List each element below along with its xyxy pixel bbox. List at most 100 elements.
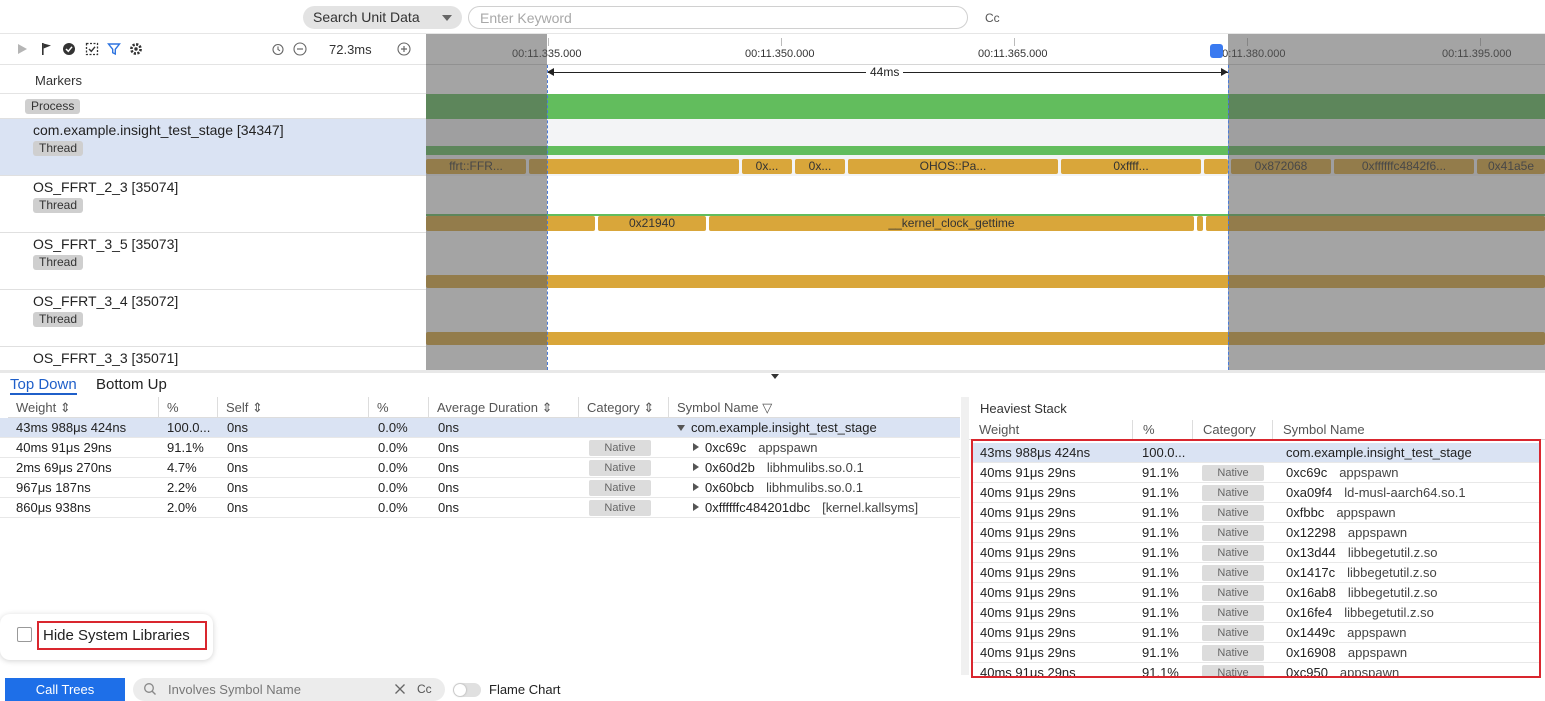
column-header-symbol-name[interactable]: Symbol Name — [1273, 420, 1545, 440]
time-ruler[interactable]: 00:11.335.000 00:11.350.000 00:11.365.00… — [426, 34, 1545, 65]
table-row[interactable]: 40ms 91μs 29ns 91.1% Native 0xa09f4 ld-mu… — [973, 483, 1539, 503]
screenshot-icon[interactable] — [84, 41, 100, 57]
symbol-search-input[interactable] — [168, 681, 388, 698]
expand-toggle-icon[interactable] — [693, 503, 699, 511]
table-row[interactable]: 40ms 91μs 29ns 91.1% Native 0xc950 appspa… — [973, 663, 1539, 676]
slice[interactable]: ffrt::FFR... — [426, 159, 526, 174]
table-row[interactable]: 40ms 91μs 29ns 91.1% Native 0x13d44 libbe… — [973, 543, 1539, 563]
track-label-ffrt-3-4[interactable]: OS_FFRT_3_4 [35072] Thread — [0, 290, 426, 347]
hide-system-libraries-checkbox[interactable] — [17, 627, 32, 642]
expand-toggle-icon[interactable] — [693, 463, 699, 471]
call-trees-button[interactable]: Call Trees — [5, 678, 125, 701]
time-flag-marker[interactable] — [1210, 44, 1223, 58]
track-label-ffrt-3-3[interactable]: OS_FFRT_3_3 [35071] — [0, 347, 426, 370]
slice[interactable] — [529, 159, 739, 174]
history-icon[interactable] — [270, 41, 286, 57]
timeline-view[interactable]: 00:11.335.000 00:11.350.000 00:11.365.00… — [426, 34, 1545, 370]
panel-splitter[interactable] — [0, 370, 1545, 373]
column-header-label: Category — [1203, 422, 1256, 437]
table-row[interactable]: 967μs 187ns 2.2% 0ns 0.0% 0ns Native 0x6… — [0, 478, 960, 498]
track-label-ffrt-2-3[interactable]: OS_FFRT_2_3 [35074] Thread — [0, 176, 426, 233]
cell-percent: 91.1% — [1142, 505, 1179, 520]
process-track-label[interactable]: Process — [0, 94, 426, 119]
slice[interactable]: 0xffff... — [1061, 159, 1201, 174]
record-icon[interactable] — [61, 41, 77, 57]
panel-divider[interactable] — [961, 397, 969, 675]
column-header-category[interactable]: Category ⇕ — [579, 397, 669, 418]
slice[interactable] — [426, 275, 1545, 288]
play-icon[interactable] — [14, 41, 30, 57]
slice[interactable]: 0x... — [742, 159, 792, 174]
cell-symbol: 0xc69c appspawn — [1286, 463, 1398, 483]
slice[interactable]: 0x... — [795, 159, 845, 174]
zoom-in-icon[interactable] — [396, 41, 412, 57]
symbol-address: 0xc69c — [705, 440, 747, 455]
table-row[interactable]: 2ms 69μs 270ns 4.7% 0ns 0.0% 0ns Native … — [0, 458, 960, 478]
settings-icon[interactable] — [128, 41, 144, 57]
category-badge: Native — [1202, 545, 1264, 561]
sort-icon: ⇕ — [59, 400, 71, 415]
table-row[interactable]: 40ms 91μs 29ns 91.1% Native 0x16908 appsp… — [973, 643, 1539, 663]
match-case-toggle[interactable]: Cc — [417, 682, 432, 696]
slice[interactable]: OHOS::Pa... — [848, 159, 1058, 174]
table-row[interactable]: 40ms 91μs 29ns 91.1% Native 0xc69c appspa… — [973, 463, 1539, 483]
slice[interactable]: 0xffffffc4842f6... — [1334, 159, 1474, 174]
table-row[interactable]: 40ms 91μs 29ns 91.1% Native 0x16ab8 libbe… — [973, 583, 1539, 603]
process-bar[interactable] — [426, 94, 1545, 119]
slice[interactable]: 0x41a5e — [1477, 159, 1545, 174]
hide-system-libraries-label[interactable]: Hide System Libraries — [43, 627, 190, 644]
slice[interactable] — [1197, 216, 1203, 231]
toggle-knob — [454, 684, 466, 696]
table-row[interactable]: 40ms 91μs 29ns 91.1% Native 0x12298 appsp… — [973, 523, 1539, 543]
filter-icon[interactable] — [106, 41, 122, 57]
symbol-library: libbegetutil.z.so — [1347, 585, 1438, 600]
track-label-ffrt-3-5[interactable]: OS_FFRT_3_5 [35073] Thread — [0, 233, 426, 290]
column-header-self[interactable]: Self ⇕ — [218, 397, 369, 418]
table-row[interactable]: 40ms 91μs 29ns 91.1% 0ns 0.0% 0ns Native… — [0, 438, 960, 458]
expand-toggle-icon[interactable] — [693, 443, 699, 451]
column-header-weight[interactable]: Weight — [969, 420, 1133, 440]
slice[interactable]: 0x21940 — [598, 216, 706, 231]
slice[interactable] — [426, 332, 1545, 345]
table-row[interactable]: 43ms 988μs 424ns 100.0... 0ns 0.0% 0ns c… — [0, 418, 960, 438]
column-header-category[interactable]: Category — [1193, 420, 1273, 440]
markers-row: Markers — [0, 65, 426, 94]
column-header-weight[interactable]: Weight ⇕ — [8, 397, 159, 418]
symbol-address: 0xfbbc — [1286, 505, 1325, 520]
expand-toggle-icon[interactable] — [677, 425, 685, 431]
slice[interactable] — [1206, 216, 1545, 231]
column-header-self-percent[interactable]: % — [369, 397, 429, 418]
cell-weight: 40ms 91μs 29ns — [980, 505, 1076, 520]
table-row[interactable]: 40ms 91μs 29ns 91.1% Native 0x1417c libbe… — [973, 563, 1539, 583]
column-header-percent[interactable]: % — [159, 397, 218, 418]
table-row[interactable]: 40ms 91μs 29ns 91.1% Native 0x1449c appsp… — [973, 623, 1539, 643]
slice[interactable]: __kernel_clock_gettime — [709, 216, 1194, 231]
track-label-main-thread[interactable]: com.example.insight_test_stage [34347] T… — [0, 119, 426, 176]
view-tabs: Top Down Bottom Up — [0, 374, 960, 396]
cell-weight: 40ms 91μs 29ns — [980, 605, 1076, 620]
column-header-label: Symbol Name — [677, 400, 759, 415]
table-row[interactable]: 40ms 91μs 29ns 91.1% Native 0x16fe4 libbe… — [973, 603, 1539, 623]
column-header-average-duration[interactable]: Average Duration ⇕ — [429, 397, 579, 418]
flag-icon[interactable] — [38, 41, 54, 57]
column-header-percent[interactable]: % — [1133, 420, 1193, 440]
cell-self: 0ns — [227, 480, 248, 495]
keyword-search-input[interactable] — [468, 6, 968, 29]
match-case-toggle[interactable]: Cc — [985, 11, 1000, 25]
table-row[interactable]: 40ms 91μs 29ns 91.1% Native 0xfbbc appspa… — [973, 503, 1539, 523]
table-row[interactable]: 860μs 938ns 2.0% 0ns 0.0% 0ns Native 0xf… — [0, 498, 960, 518]
expand-toggle-icon[interactable] — [693, 483, 699, 491]
slice[interactable] — [426, 216, 595, 231]
column-header-symbol-name[interactable]: Symbol Name ▽ — [669, 397, 960, 418]
search-unit-select[interactable]: Search Unit Data — [303, 6, 462, 29]
filter-icon[interactable]: ▽ — [762, 400, 772, 415]
tab-bottom-up[interactable]: Bottom Up — [96, 376, 167, 393]
clear-icon[interactable] — [393, 682, 407, 699]
flame-chart-toggle[interactable] — [453, 683, 481, 697]
symbol-address: 0x60d2b — [705, 460, 755, 475]
slice[interactable] — [1204, 159, 1228, 174]
zoom-out-icon[interactable] — [292, 41, 308, 57]
table-row[interactable]: 43ms 988μs 424ns 100.0... com.example.in… — [973, 443, 1539, 463]
slice[interactable]: 0x872068 — [1231, 159, 1331, 174]
tab-top-down[interactable]: Top Down — [10, 376, 77, 395]
